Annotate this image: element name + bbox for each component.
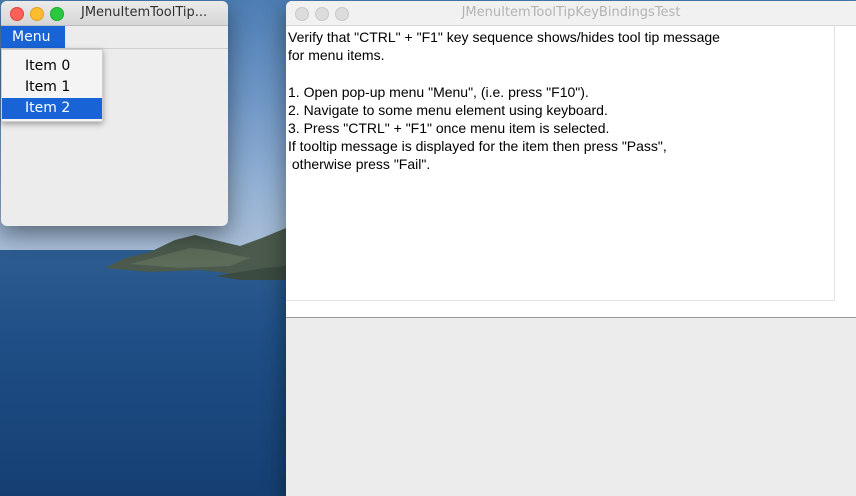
zoom-button[interactable] — [50, 7, 64, 21]
title-bar: JMenuItemToolTip... — [1, 1, 228, 26]
instructions-window: JMenuItemToolTipKeyBindingsTest Verify t… — [286, 1, 856, 496]
menu-item-2[interactable]: Item 2 — [2, 98, 102, 119]
popup-menu: Item 0 Item 1 Item 2 — [1, 49, 103, 122]
instructions-scroll-pane[interactable]: Verify that "CTRL" + "F1" key sequence s… — [286, 26, 856, 318]
menu-item-1[interactable]: Item 1 — [2, 77, 102, 98]
menu-button[interactable]: Menu — [1, 26, 65, 48]
vertical-scroll-track[interactable] — [834, 26, 835, 300]
window-title: JMenuItemToolTipKeyBindingsTest — [461, 5, 681, 20]
title-bar: JMenuItemToolTipKeyBindingsTest — [286, 1, 856, 26]
menu-item-0[interactable]: Item 0 — [2, 56, 102, 77]
window-title: JMenuItemToolTip... — [81, 5, 208, 20]
horizontal-scroll-track[interactable] — [286, 300, 835, 301]
minimize-button[interactable] — [30, 7, 44, 21]
menu-bar: Menu — [1, 26, 228, 49]
close-button[interactable] — [10, 7, 24, 21]
instructions-text[interactable]: Verify that "CTRL" + "F1" key sequence s… — [288, 28, 833, 300]
button-panel — [286, 318, 856, 496]
